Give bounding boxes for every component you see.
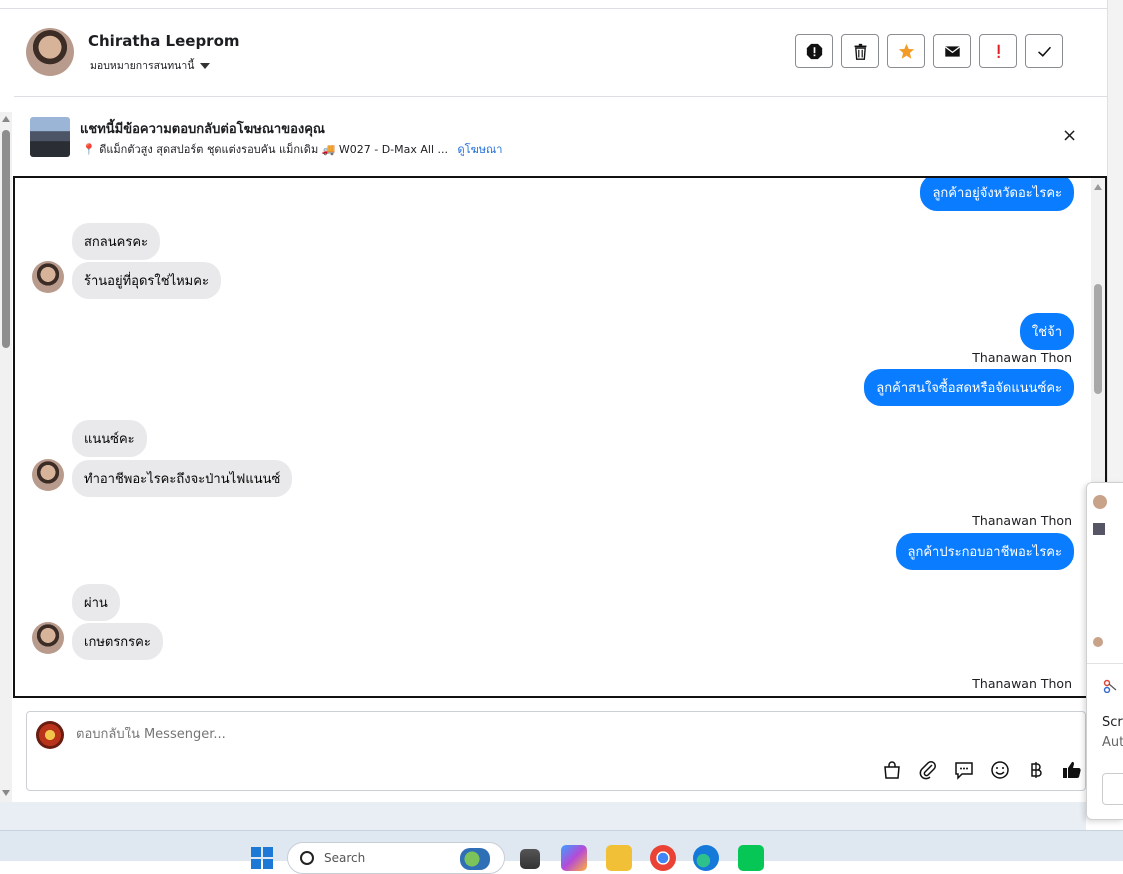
page-avatar xyxy=(36,721,64,749)
conversation-header: Chiratha Leeprom มอบหมายการสนทนานี้ xyxy=(14,9,1107,97)
baht-icon[interactable] xyxy=(1025,759,1047,781)
thumbs-up-icon[interactable] xyxy=(1061,759,1083,781)
thumb-avatar xyxy=(1093,495,1107,509)
view-ad-link[interactable]: ดูโฆษณา xyxy=(458,143,503,156)
page-scroll-thumb[interactable] xyxy=(2,130,10,348)
emoji-icon[interactable] xyxy=(989,759,1011,781)
reply-composer xyxy=(26,711,1086,791)
message-bubble-incoming[interactable]: เกษตรกรคะ xyxy=(72,623,163,660)
message-bubble-incoming[interactable]: ร้านอยู่ที่อุดรใช่ไหมคะ xyxy=(72,262,221,299)
message-thread[interactable]: ลูกค้าอยู่จังหวัดอะไรคะ สกลนครคะ ร้านอยู… xyxy=(13,176,1107,698)
star-icon xyxy=(898,43,914,59)
thumb-ad-image xyxy=(1093,523,1105,535)
screenshot-preview-popup[interactable]: Scre Aut xyxy=(1086,482,1123,820)
reply-input[interactable] xyxy=(76,727,776,742)
message-bubble-outgoing[interactable]: ลูกค้าอยู่จังหวัดอะไรคะ xyxy=(920,178,1074,211)
page-top-strip xyxy=(0,0,1107,9)
message-bubble-outgoing[interactable]: ใช่จ้า xyxy=(1019,313,1074,350)
contact-avatar-small xyxy=(32,622,64,654)
copilot-icon[interactable] xyxy=(561,845,587,871)
message-bubble-incoming[interactable]: แนนซ์คะ xyxy=(72,420,147,457)
thumb-avatar-small xyxy=(1093,637,1103,647)
assign-conversation-dropdown[interactable]: มอบหมายการสนทนานี้ xyxy=(90,57,211,74)
ad-title: แชทนี้มีข้อความตอบกลับต่อโฆษณาของคุณ xyxy=(80,122,325,137)
chrome-icon[interactable] xyxy=(650,845,676,871)
popup-title: Scre xyxy=(1102,715,1123,730)
popup-subtitle: Aut xyxy=(1102,735,1123,750)
mark-done-button[interactable] xyxy=(1025,34,1063,68)
assign-label: มอบหมายการสนทนานี้ xyxy=(90,60,195,72)
sender-name: Thanawan Thon xyxy=(972,676,1072,691)
flag-important-button[interactable] xyxy=(979,34,1017,68)
mark-unread-button[interactable] xyxy=(933,34,971,68)
close-icon[interactable]: × xyxy=(1062,127,1077,145)
contact-avatar[interactable] xyxy=(26,28,74,76)
trash-icon xyxy=(854,43,866,60)
message-bubble-outgoing[interactable]: ลูกค้าประกอบอาชีพอะไรคะ xyxy=(895,533,1074,570)
page-footer-strip xyxy=(0,802,1086,830)
exclamation-icon xyxy=(997,44,1000,58)
taskbar-search-box[interactable]: Search xyxy=(287,842,505,874)
file-explorer-icon[interactable] xyxy=(606,845,632,871)
screenshot-thumbnail xyxy=(1087,483,1123,664)
edge-icon[interactable] xyxy=(693,845,719,871)
ad-context-banner: แชทนี้มีข้อความตอบกลับต่อโฆษณาของคุณ 📍 ด… xyxy=(14,97,1107,175)
contact-name[interactable]: Chiratha Leeprom xyxy=(88,32,240,50)
message-bubble-incoming[interactable]: ทำอาชีพอะไรคะถึงจะป่านไฟแนนซ์ xyxy=(72,460,293,497)
alert-octagon-icon xyxy=(806,43,822,59)
scroll-up-arrow-icon[interactable] xyxy=(2,116,10,122)
popup-action-button[interactable] xyxy=(1102,773,1123,805)
page-scrollbar[interactable] xyxy=(0,112,12,802)
windows-taskbar: Search xyxy=(0,830,1123,874)
ad-thumbnail[interactable] xyxy=(30,117,70,157)
saved-reply-icon[interactable] xyxy=(953,759,975,781)
search-highlight-icon xyxy=(460,848,490,870)
search-icon xyxy=(300,851,314,865)
header-actions xyxy=(795,34,1063,68)
right-edge-panel xyxy=(1107,0,1123,482)
task-view-icon[interactable] xyxy=(520,849,540,869)
bag-icon[interactable] xyxy=(881,759,903,781)
message-bubble-incoming[interactable]: ผ่าน xyxy=(72,584,120,621)
sender-name: Thanawan Thon xyxy=(972,513,1072,528)
taskbar-search-text: Search xyxy=(324,851,366,865)
thread-scroll-thumb[interactable] xyxy=(1094,284,1102,394)
caret-down-icon xyxy=(200,62,211,69)
scroll-up-arrow-icon[interactable] xyxy=(1094,184,1102,190)
delete-button[interactable] xyxy=(841,34,879,68)
message-bubble-incoming[interactable]: สกลนครคะ xyxy=(72,223,161,260)
ad-description: 📍 ดีแม็กตัวสูง สุดสปอร์ต ชุดแต่งรอบคัน แ… xyxy=(82,143,449,156)
sender-name: Thanawan Thon xyxy=(972,350,1072,365)
contact-avatar-small xyxy=(32,459,64,491)
scroll-down-arrow-icon[interactable] xyxy=(2,790,10,796)
report-button[interactable] xyxy=(795,34,833,68)
snipping-tool-icon xyxy=(1103,679,1117,693)
star-button[interactable] xyxy=(887,34,925,68)
composer-toolbar xyxy=(881,759,1083,781)
windows-start-icon[interactable] xyxy=(251,847,273,869)
check-icon xyxy=(1037,46,1051,57)
contact-avatar-small xyxy=(32,261,64,293)
envelope-icon xyxy=(944,45,960,57)
line-app-icon[interactable] xyxy=(738,845,764,871)
paperclip-icon[interactable] xyxy=(917,759,939,781)
ad-subtitle: 📍 ดีแม็กตัวสูง สุดสปอร์ต ชุดแต่งรอบคัน แ… xyxy=(82,140,502,158)
message-bubble-outgoing[interactable]: ลูกค้าสนใจซื้อสดหรือจัดแนนซ์คะ xyxy=(864,369,1074,406)
